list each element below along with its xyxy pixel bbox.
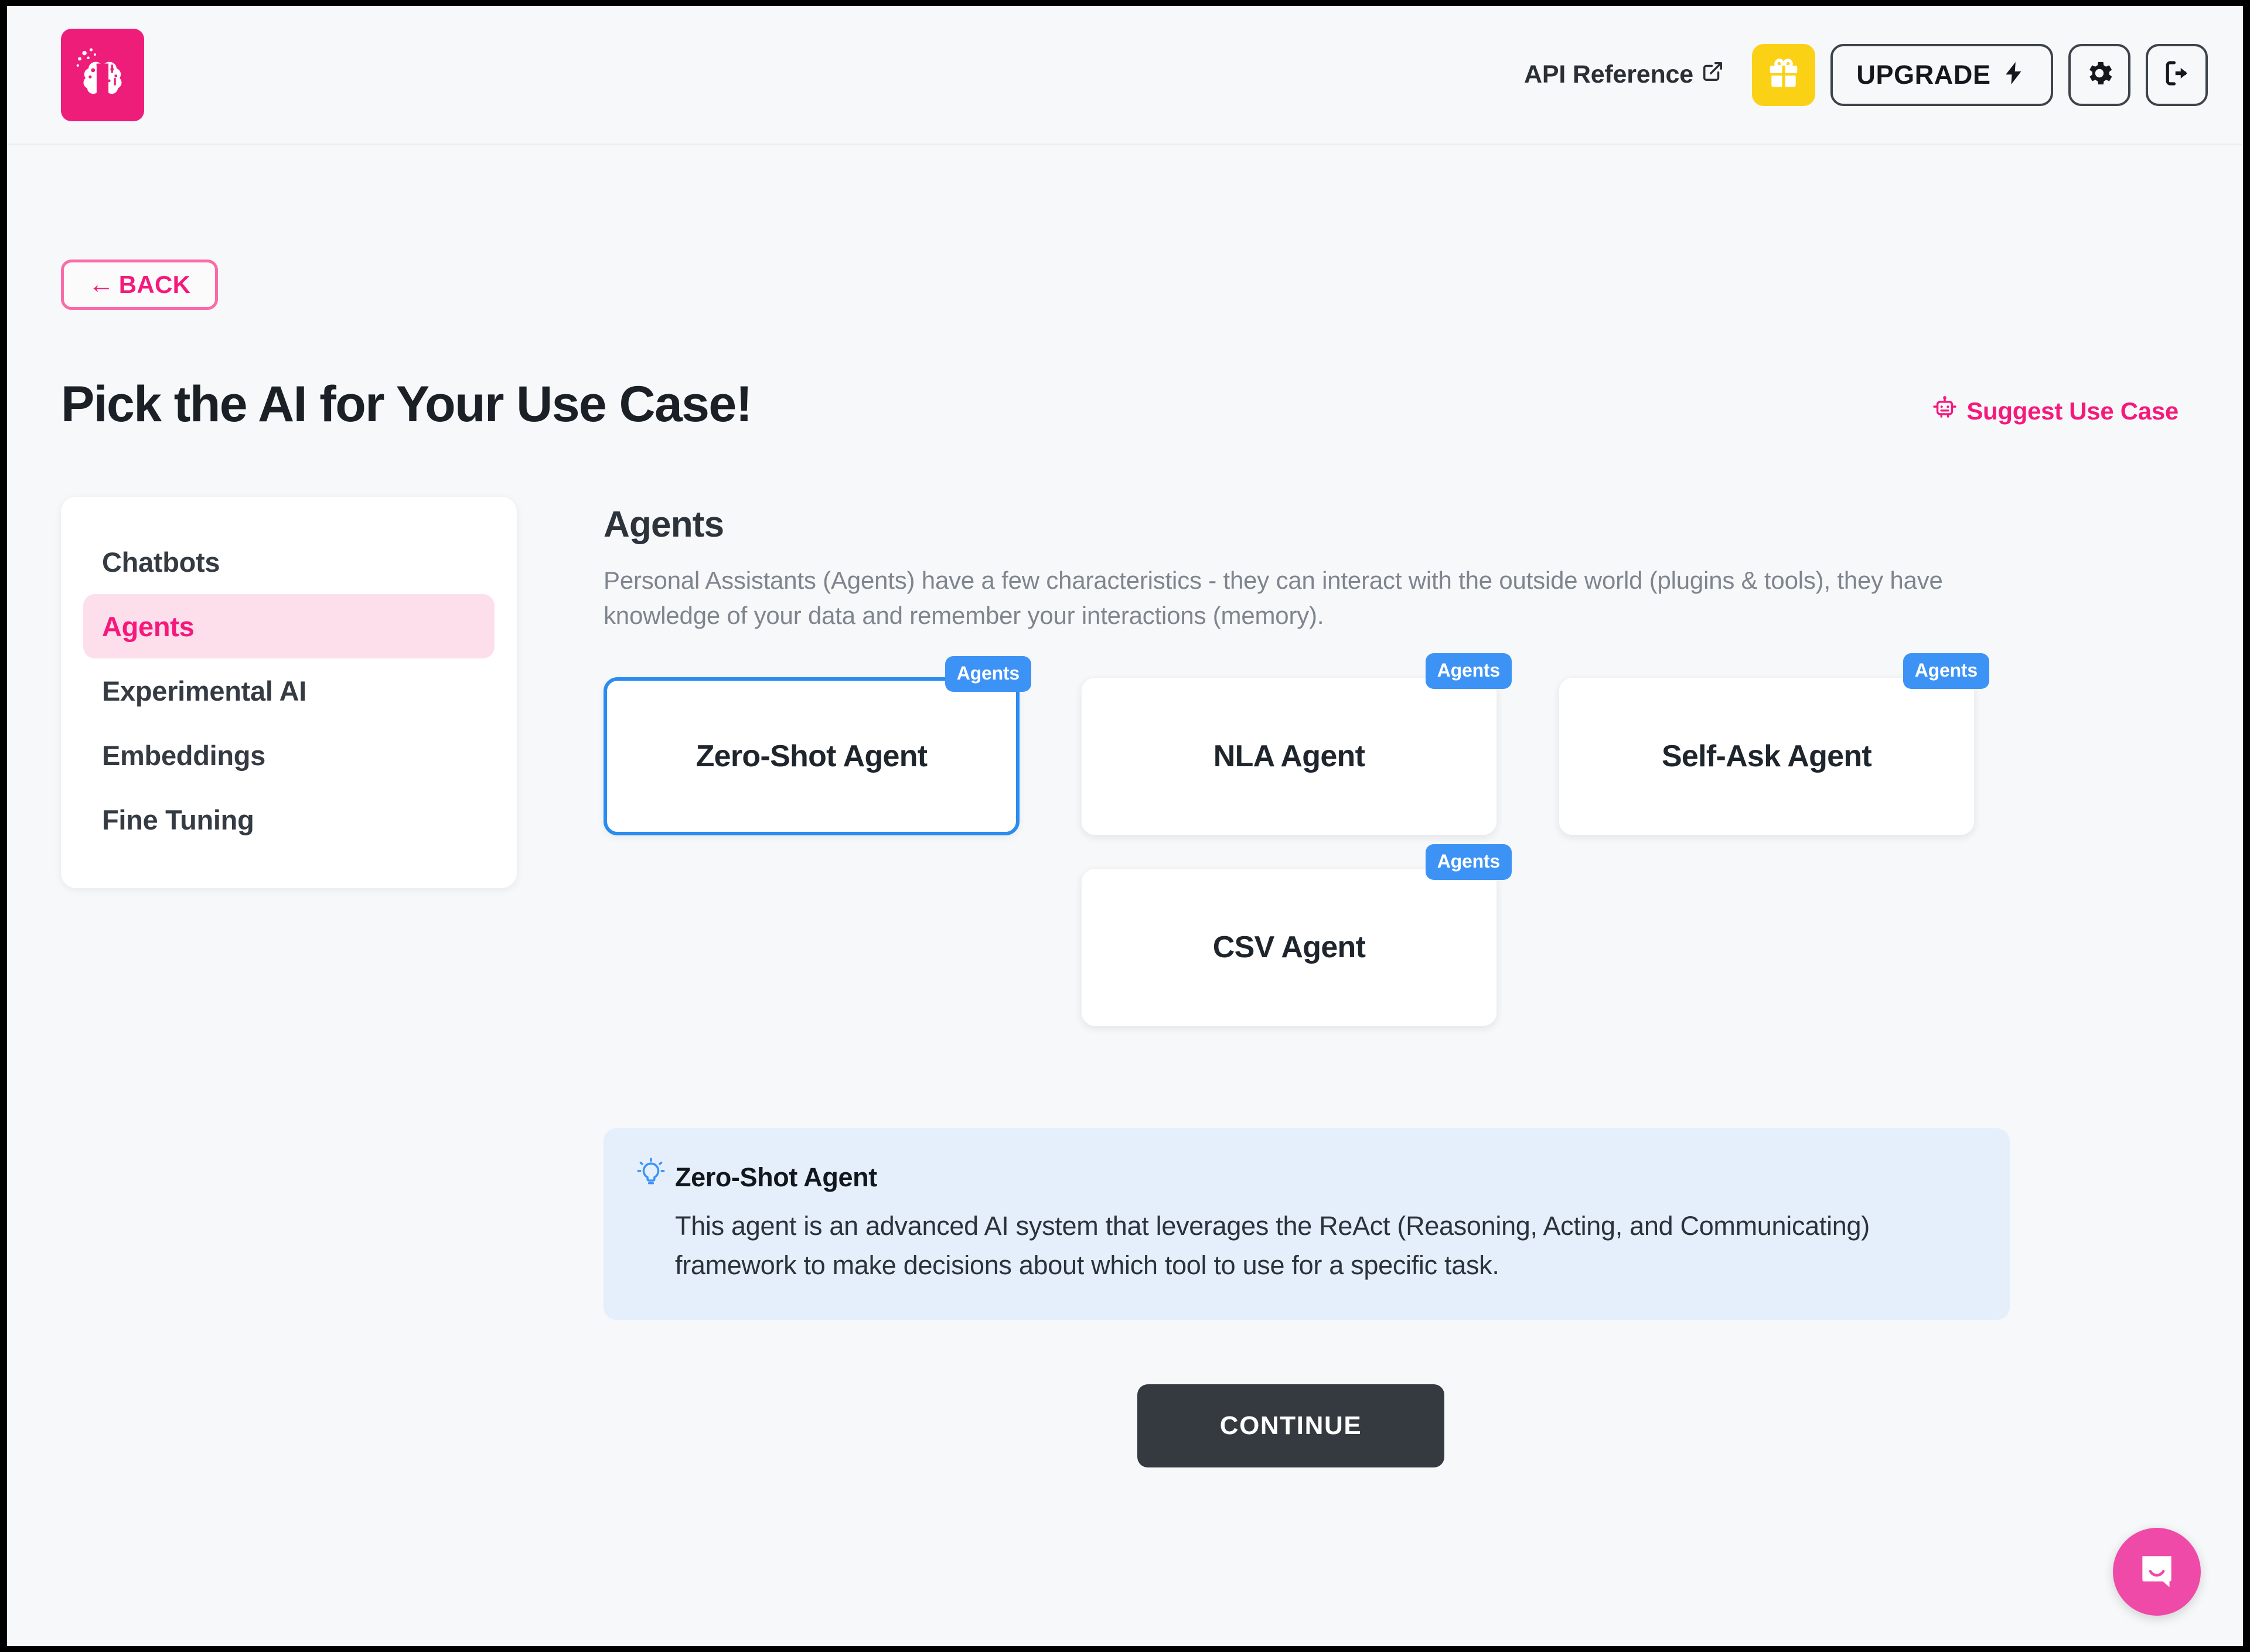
header-actions: API Reference UPGRADE — [1524, 43, 2208, 106]
card-slot: Zero-Shot Agent Agents — [604, 656, 1081, 836]
sidebar-item-agents[interactable]: Agents — [83, 594, 495, 658]
info-panel-header: Zero-Shot Agent — [636, 1156, 1973, 1193]
agent-card-csv[interactable]: CSV Agent Agents — [1081, 844, 1512, 1027]
agent-card-badge: Agents — [1903, 653, 1989, 690]
sidebar-item-label: Chatbots — [102, 546, 220, 578]
agent-card-name: Self-Ask Agent — [1661, 739, 1872, 774]
sidebar-item-label: Fine Tuning — [102, 804, 254, 835]
agent-card-zero-shot[interactable]: Zero-Shot Agent Agents — [604, 656, 1031, 836]
continue-row: CONTINUE — [604, 1384, 2189, 1468]
back-label: BACK — [118, 271, 191, 298]
brain-logo-icon — [72, 45, 133, 105]
back-button[interactable]: ← BACK — [61, 260, 218, 310]
section-description: Personal Assistants (Agents) have a few … — [604, 566, 1943, 629]
agent-card-name: NLA Agent — [1213, 739, 1365, 774]
sidebar-item-experimental-ai[interactable]: Experimental AI — [83, 658, 495, 723]
sidebar-item-embeddings[interactable]: Embeddings — [83, 723, 495, 787]
content-area: Chatbots Agents Experimental AI Embeddin… — [61, 497, 2189, 1468]
agent-card-badge: Agents — [1425, 653, 1512, 690]
page-body: ← BACK Pick the AI for Your Use Case! Su… — [7, 145, 2243, 1646]
logout-icon — [2161, 57, 2193, 92]
sidebar-item-label: Embeddings — [102, 739, 266, 771]
app-viewport: API Reference UPGRADE ← BACK Pick the AI… — [7, 6, 2243, 1646]
title-row: Pick the AI for Your Use Case! Suggest U… — [61, 376, 2189, 434]
app-header: API Reference UPGRADE — [7, 6, 2243, 145]
info-panel-body: This agent is an advanced AI system that… — [675, 1211, 1870, 1280]
category-sidebar: Chatbots Agents Experimental AI Embeddin… — [61, 497, 517, 888]
continue-button[interactable]: CONTINUE — [1137, 1384, 1444, 1468]
suggest-use-case-link[interactable]: Suggest Use Case — [1931, 395, 2179, 428]
back-arrow-icon: ← — [88, 270, 114, 299]
agent-card-badge: Agents — [945, 656, 1031, 692]
main-column: Agents Personal Assistants (Agents) have… — [604, 497, 2189, 1468]
gear-icon — [2084, 57, 2115, 92]
agent-card-self-ask[interactable]: Self-Ask Agent Agents — [1559, 653, 1989, 836]
agent-card-name: CSV Agent — [1212, 930, 1366, 965]
info-panel-title: Zero-Shot Agent — [675, 1162, 877, 1193]
card-slot-spacer — [604, 868, 1081, 1026]
lightbulb-icon — [636, 1156, 666, 1190]
sidebar-item-chatbots[interactable]: Chatbots — [83, 530, 495, 594]
external-link-icon — [1702, 60, 1724, 89]
chat-bubble-icon — [2135, 1549, 2179, 1595]
sidebar-item-label: Agents — [102, 610, 195, 642]
settings-button[interactable] — [2068, 43, 2130, 106]
suggest-use-case-label: Suggest Use Case — [1966, 397, 2179, 425]
gift-icon — [1765, 55, 1802, 94]
brand-logo[interactable] — [61, 28, 144, 121]
sidebar-item-fine-tuning[interactable]: Fine Tuning — [83, 787, 495, 852]
agent-card-badge: Agents — [1425, 844, 1512, 880]
section-title: Agents — [604, 504, 724, 545]
card-slot: CSV Agent Agents — [1081, 844, 1559, 1027]
robot-icon — [1931, 395, 1958, 428]
upgrade-button[interactable]: UPGRADE — [1830, 43, 2053, 106]
card-slot: NLA Agent Agents — [1081, 653, 1559, 836]
upgrade-label: UPGRADE — [1856, 59, 1991, 90]
gift-button[interactable] — [1752, 43, 1815, 106]
agent-card-name: Zero-Shot Agent — [696, 739, 928, 774]
sidebar-item-label: Experimental AI — [102, 675, 306, 706]
chat-widget-button[interactable] — [2113, 1528, 2201, 1616]
api-reference-link[interactable]: API Reference — [1524, 60, 1724, 89]
api-reference-label: API Reference — [1524, 60, 1693, 88]
lightning-bolt-icon — [2000, 60, 2027, 90]
page-title: Pick the AI for Your Use Case! — [61, 376, 752, 432]
app-frame: API Reference UPGRADE ← BACK Pick the AI… — [0, 0, 2250, 1652]
agent-info-panel: Zero-Shot Agent This agent is an advance… — [604, 1128, 2010, 1320]
agent-card-grid: Zero-Shot Agent Agents NLA Agent Agents … — [604, 653, 2189, 1059]
card-slot: Self-Ask Agent Agents — [1559, 653, 2036, 836]
logout-button[interactable] — [2146, 43, 2208, 106]
agent-card-nla[interactable]: NLA Agent Agents — [1081, 653, 1512, 836]
